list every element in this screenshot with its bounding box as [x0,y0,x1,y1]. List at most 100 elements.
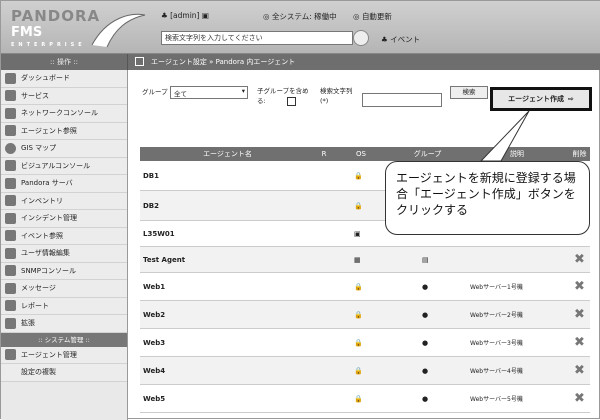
search-icon[interactable] [353,30,369,46]
services-icon [5,90,16,102]
agent-name[interactable]: Web3 [143,329,165,356]
header-agent-name[interactable]: エージェント名 [140,147,315,161]
callout-pointer [479,110,530,162]
sidebar-item-label: Pandora サーバ [21,179,73,188]
agent-name[interactable]: Web1 [143,273,165,300]
chevron-down-icon: ▾ [241,87,245,95]
agent-name[interactable]: Test Agent [143,247,185,272]
nav-bar: :: 操作 :: エージェント設定 » Pandora 内エージェント [1,54,600,70]
subgroup-label: 子グループを含める: [257,87,309,105]
system-status: ◎ 全システム: 稼働中 [263,12,337,21]
pandora-logo[interactable]: PANDORA FMS ENTERPRISE [7,7,147,51]
sidebar-item-snmp-console[interactable]: SNMPコンソール [1,262,127,280]
sidebar-item-label: GIS マップ [21,144,57,153]
os-icon: 🔒 [354,201,363,210]
header-os[interactable]: OS [334,147,388,161]
table-row: Web5 🔒 ● Webサーバー5号機 ✖ [140,385,590,413]
agent-view-icon [5,125,16,137]
sidebar-item-visual-console[interactable]: ビジュアルコンソール [1,157,127,175]
header-group[interactable]: グループ [390,147,465,161]
sidebar-item-reports[interactable]: レポート [1,297,127,315]
user-edit-icon [5,247,16,259]
agent-name[interactable]: DB2 [143,191,159,220]
header-delete[interactable]: 削除 [569,147,590,161]
sidebar-item-inventory[interactable]: インベントリ [1,192,127,210]
logo-text-enterprise: ENTERPRISE [11,42,86,48]
logo-swirl-icon [91,13,146,48]
autorefresh-link[interactable]: ◎ 自動更新 [353,11,392,22]
agent-manage-icon [5,349,16,361]
events-link[interactable]: ♣ イベント [381,34,420,45]
delete-icon[interactable]: ✖ [574,329,585,356]
sidebar-item-events[interactable]: イベント参照 [1,227,127,245]
delete-icon[interactable]: ✖ [574,385,585,412]
sidebar-item-dashboard[interactable]: ダッシュボード [1,70,127,88]
agent-description: Webサーバー1号機 [470,284,523,291]
create-agent-button[interactable]: エージェント作成 ⇨ [490,87,592,111]
sidebar-item-incident[interactable]: インシデント管理 [1,210,127,228]
sidebar-item-label: インシデント管理 [21,214,77,223]
os-icon: 🔒 [354,282,363,291]
report-icon [5,300,16,312]
group-icon: ● [422,366,429,375]
subgroup-checkbox[interactable] [287,97,296,106]
agent-description: Webサーバー4号機 [470,368,523,375]
callout-annotation: エージェントを新規に登録する場合「エージェント作成」ボタンをクリックする [385,161,590,235]
window-frame: PANDORA FMS ENTERPRISE ♣ [admin] ▣ ◎ 全シス… [0,0,600,420]
sidebar-item-services[interactable]: サービス [1,87,127,105]
events-icon [5,230,16,242]
os-icon: 🔒 [354,394,363,403]
user-label[interactable]: ♣ [admin] ▣ [161,11,209,20]
agent-name[interactable]: L35W01 [143,221,175,246]
sidebar-item-agent-manage[interactable]: エージェント管理 [1,346,127,364]
agent-description: Webサーバー3号機 [470,340,523,347]
sidebar-item-agent-view[interactable]: エージェント参照 [1,122,127,140]
sidebar-item-label: ネットワークコンソール [21,109,98,118]
delete-icon[interactable]: ✖ [574,273,585,300]
sidebar-item-user-edit[interactable]: ユーザ情報編集 [1,245,127,263]
events-text: イベント [390,35,421,44]
header-r[interactable]: R [316,147,332,161]
sidebar-item-label: SNMPコンソール [21,266,76,275]
search-button[interactable]: 検索 [450,86,488,99]
sidebar-item-pandora-server[interactable]: Pandora サーバ [1,175,127,193]
agent-description: Webサーバー2号機 [470,312,523,319]
agent-name[interactable]: Web5 [143,385,165,412]
autorefresh-text: 自動更新 [361,12,392,21]
group-select[interactable]: 全て ▾ [170,86,248,99]
delete-icon[interactable]: ✖ [574,357,585,384]
sidebar-item-extensions[interactable]: 拡張 [1,315,127,333]
group-icon: ▤ [422,255,429,264]
inventory-icon [5,195,16,207]
os-icon: 🔒 [354,338,363,347]
table-row: Web1 🔒 ● Webサーバー1号機 ✖ [140,273,590,301]
sidebar-item-gis-map[interactable]: GIS マップ [1,140,127,158]
os-icon: 🔒 [354,171,363,180]
sidebar-item-network-console[interactable]: ネットワークコンソール [1,105,127,123]
agent-description: Webサーバー5号機 [470,396,523,403]
group-label: グループ [142,88,168,96]
sidebar-item-label: ユーザ情報編集 [21,249,70,258]
sidebar-item-label: 設定の複製 [21,368,56,377]
header-search-input[interactable] [161,31,353,45]
group-select-value: 全て [174,90,187,98]
user-name: [admin] [170,11,200,20]
agent-name[interactable]: DB1 [143,161,159,190]
group-icon: ● [422,282,429,291]
table-row: Web3 🔒 ● Webサーバー3号機 ✖ [140,329,590,357]
os-icon: ▦ [354,255,361,264]
sidebar-item-messages[interactable]: メッセージ [1,280,127,298]
system-status-text: 全システム: 稼働中 [271,12,337,21]
delete-icon[interactable]: ✖ [574,301,585,328]
table-row: Web4 🔒 ● Webサーバー4号機 ✖ [140,357,590,385]
sidebar-item-label: メッセージ [21,284,56,293]
sidebar-item-config-copy[interactable]: 設定の複製 [1,364,127,382]
agent-name[interactable]: Web4 [143,357,165,384]
config-copy-icon [5,366,16,378]
delete-icon[interactable]: ✖ [574,247,585,272]
agent-search-input[interactable] [362,93,442,107]
group-icon: ● [422,310,429,319]
incident-icon [5,212,16,224]
agent-name[interactable]: Web2 [143,301,165,328]
sidebar-item-label: エージェント参照 [21,126,77,135]
